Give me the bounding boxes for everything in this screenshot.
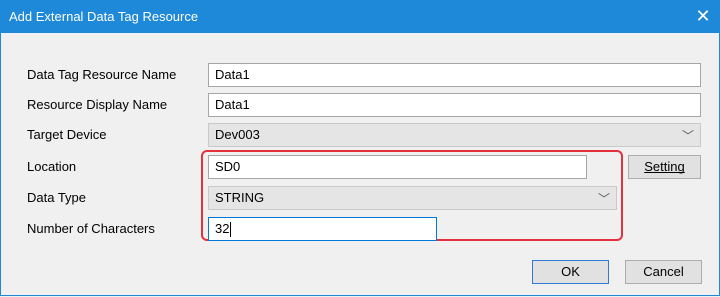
- chevron-down-icon: ﹀: [597, 192, 610, 206]
- target-device-value: Dev003: [215, 127, 260, 142]
- resource-display-name-input[interactable]: Data1: [208, 93, 701, 117]
- data-tag-resource-name-input[interactable]: Data1: [208, 63, 701, 87]
- resource-display-name-value: Data1: [215, 97, 250, 112]
- cancel-button-label: Cancel: [643, 264, 684, 279]
- data-tag-resource-name-value: Data1: [215, 67, 250, 82]
- location-label: Location: [27, 159, 77, 174]
- ok-button[interactable]: OK: [532, 260, 609, 284]
- data-tag-resource-name-label: Data Tag Resource Name: [27, 67, 177, 82]
- dialog-body: Data Tag Resource Name Data1 Resource Di…: [0, 33, 720, 296]
- location-value: SD0: [215, 159, 241, 174]
- data-type-select[interactable]: STRING ﹀: [208, 186, 617, 210]
- target-device-select[interactable]: Dev003 ﹀: [208, 123, 701, 147]
- chevron-down-icon: ﹀: [681, 129, 694, 143]
- setting-button[interactable]: Setting: [628, 155, 701, 179]
- text-caret: [230, 222, 232, 238]
- resource-display-name-label: Resource Display Name: [27, 97, 168, 112]
- location-input[interactable]: SD0: [208, 155, 587, 179]
- setting-button-label: Setting: [644, 159, 685, 174]
- number-of-characters-input[interactable]: 32: [208, 217, 437, 241]
- title-bar: Add External Data Tag Resource ✕: [0, 0, 720, 33]
- data-type-label: Data Type: [27, 190, 87, 205]
- target-device-label: Target Device: [27, 127, 107, 142]
- ok-button-label: OK: [561, 264, 580, 279]
- number-of-characters-value: 32: [215, 221, 230, 236]
- number-of-characters-label: Number of Characters: [27, 221, 155, 236]
- cancel-button[interactable]: Cancel: [625, 260, 702, 284]
- data-type-value: STRING: [215, 190, 265, 205]
- window-title: Add External Data Tag Resource: [9, 9, 199, 24]
- close-icon[interactable]: ✕: [686, 0, 720, 33]
